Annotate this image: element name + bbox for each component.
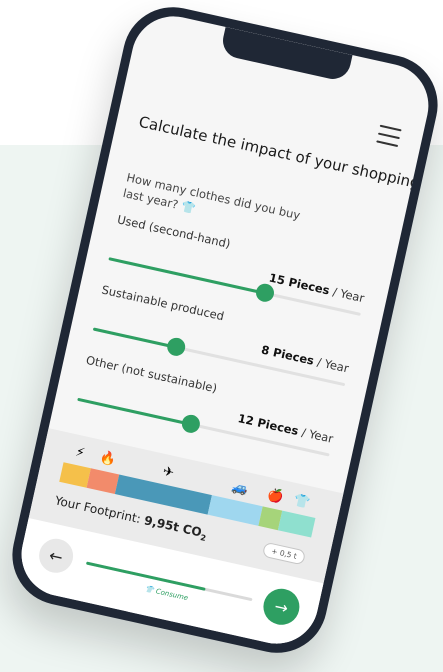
shirt-icon: 👕 [180,198,198,216]
lightning-icon: ⚡ [74,444,87,462]
slider-value-other-amount: 12 Pieces [236,411,300,439]
slider-value-other: 12 Pieces / Year [237,411,335,446]
shirt-icon: 👕 [144,584,155,595]
step-label-text: Consume [155,587,189,603]
car-icon: 🚙 [230,479,250,498]
hamburger-menu-icon[interactable] [376,124,402,148]
slider-other-knob[interactable] [180,413,202,435]
slider-value-other-unit: / Year [300,425,335,446]
page-title: Calculate the impact of your shopping [137,112,422,193]
slider-label-sustainable: Sustainable produced [100,282,226,324]
question-label: How many clothes did you buy last year? [121,170,302,223]
slider-value-sustainable-unit: / Year [315,354,351,376]
slider-value-used-unit: / Year [331,284,366,306]
slider-label-other: Other (not sustainable) [84,352,219,396]
phone-notch [219,26,353,83]
slider-sustainable-fill [92,327,177,349]
slider-other-fill [77,397,192,426]
plane-icon: ✈ [161,464,176,482]
apple-icon: 🍎 [265,487,285,506]
shirt-icon: 👕 [292,493,312,512]
slider-value-used-amount: 15 Pieces [267,270,331,298]
fire-icon: 🔥 [98,450,118,469]
arrow-right-icon: → [272,596,291,618]
slider-value-used: 15 Pieces / Year [268,270,366,305]
slider-value-sustainable-amount: 8 Pieces [259,342,316,368]
slider-sustainable-knob[interactable] [165,336,188,358]
